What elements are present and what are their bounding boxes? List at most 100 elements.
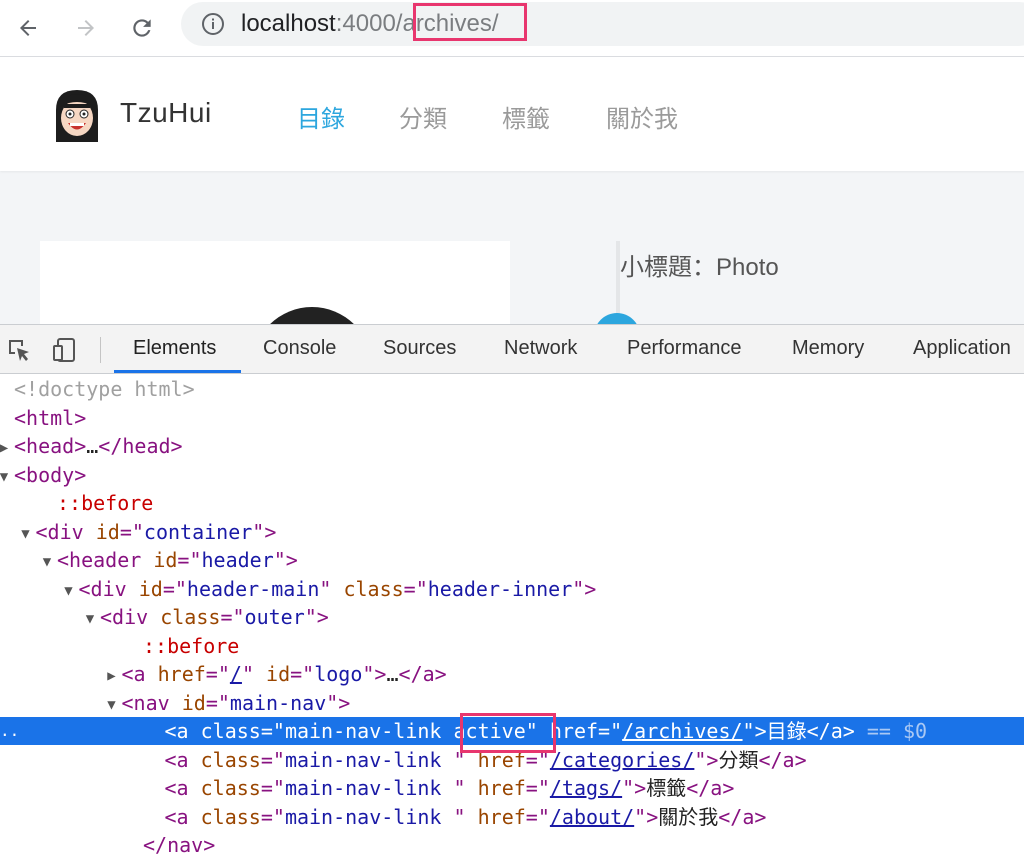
dom-node-line[interactable]: ▶ <a href="/" id="logo">…</a> xyxy=(0,660,1024,688)
dom-token-txt: … xyxy=(86,434,99,458)
dom-token-tag: <div xyxy=(78,576,139,601)
main-nav-link-tags[interactable]: 標籤 xyxy=(502,99,550,134)
dom-token-txt: … xyxy=(386,662,399,686)
site-title[interactable]: TzuHui xyxy=(120,97,212,129)
dom-token-tag: =" xyxy=(220,605,245,629)
info-icon[interactable] xyxy=(201,12,225,36)
collapse-triangle-icon[interactable]: ▼ xyxy=(59,577,79,605)
dom-token-val: logo xyxy=(314,662,363,686)
main-nav-link-archives[interactable]: 目錄 xyxy=(297,99,345,134)
dom-token-tag: =" xyxy=(162,576,187,601)
dom-token-tag: =" xyxy=(119,519,144,544)
dom-token-txt: 標籤 xyxy=(646,776,687,800)
dom-token-tag: =" xyxy=(260,804,285,829)
devtools-panel: Elements Console Sources Network Perform… xyxy=(0,324,1024,857)
dom-node-line[interactable]: ▼ <body> xyxy=(0,461,1024,489)
dom-token-txt: 分類 xyxy=(718,747,759,772)
dom-node-line[interactable]: <a class="main-nav-link " href="/about/"… xyxy=(0,803,1024,831)
tab-console[interactable]: Console xyxy=(263,337,336,360)
dom-node-line[interactable]: ▶ <head>…</head> xyxy=(0,432,1024,460)
collapse-triangle-icon[interactable]: ▼ xyxy=(16,520,36,548)
dom-node-line[interactable]: ▼ <div id="container"> xyxy=(0,518,1024,546)
dom-token-link[interactable]: /archives/ xyxy=(622,719,742,743)
dom-token-attr: id xyxy=(95,519,120,544)
dom-token-tag: "> xyxy=(694,747,719,772)
tab-network[interactable]: Network xyxy=(504,337,577,360)
reload-icon xyxy=(133,19,151,37)
dom-token-tag: =" xyxy=(290,662,315,686)
tab-application[interactable]: Application xyxy=(913,337,1011,360)
expand-triangle-icon[interactable]: ▶ xyxy=(0,434,14,462)
tab-performance[interactable]: Performance xyxy=(627,337,742,360)
dom-node-line[interactable]: <a class="main-nav-link " href="/tags/">… xyxy=(0,774,1024,802)
dom-token-val: main-nav-link xyxy=(284,747,454,772)
tab-elements[interactable]: Elements xyxy=(133,337,216,360)
devtools-tab-bar: Elements Console Sources Network Perform… xyxy=(0,325,1024,374)
tab-memory[interactable]: Memory xyxy=(792,337,864,360)
dom-token-attr: class xyxy=(200,719,261,743)
dom-token-tag: =" xyxy=(260,719,285,743)
logo-avatar[interactable] xyxy=(50,88,104,142)
url-path-highlight-box xyxy=(413,3,527,41)
dom-token-val: container xyxy=(143,519,253,544)
profile-avatar xyxy=(252,307,372,324)
dom-node-line[interactable]: ▼ <header id="header"> xyxy=(0,546,1024,574)
dom-token-attr: class xyxy=(200,804,261,829)
dom-token-tag: <html> xyxy=(14,405,87,430)
dom-token-tag: <header xyxy=(57,548,154,572)
address-bar[interactable]: localhost:4000/archives/ xyxy=(181,2,1024,46)
url-port: :4000 xyxy=(335,10,396,37)
dom-token-tag: "> xyxy=(572,576,597,601)
dom-token-tag: "> xyxy=(622,776,647,800)
forward-button[interactable] xyxy=(68,10,104,46)
dom-token-tag: "> xyxy=(326,690,351,715)
inspect-element-icon[interactable] xyxy=(6,337,32,363)
dom-node-line[interactable]: ::before xyxy=(0,489,1024,517)
dom-node-line[interactable]: </nav> xyxy=(0,831,1024,859)
dom-token-pseudo: ::before xyxy=(143,633,240,658)
active-class-highlight-box xyxy=(460,713,556,753)
dom-token-val: header-main xyxy=(186,576,320,601)
dom-token-attr: id xyxy=(266,662,291,686)
dom-token-tag: =" xyxy=(403,576,428,601)
dom-token-link[interactable]: /categories/ xyxy=(550,748,695,772)
more-options-dots[interactable]: .. xyxy=(0,717,19,745)
dom-token-tag: " xyxy=(453,776,478,800)
dom-node-line[interactable]: ▼ <div id="header-main" class="header-inn… xyxy=(0,575,1024,603)
dom-token-tag: </nav> xyxy=(143,833,216,857)
active-tab-indicator xyxy=(114,370,241,373)
dom-token-tag: " xyxy=(319,576,344,601)
dom-token-txt: 目錄 xyxy=(766,719,807,743)
dom-token-link[interactable]: /about/ xyxy=(550,805,634,829)
dom-node-line[interactable]: <!doctype html> xyxy=(0,375,1024,403)
dom-token-tag: =" xyxy=(177,548,202,572)
dom-token-tag: =" xyxy=(525,776,550,800)
collapse-triangle-icon[interactable]: ▼ xyxy=(0,463,14,491)
expand-triangle-icon[interactable]: ▶ xyxy=(102,662,122,690)
back-button[interactable] xyxy=(10,10,46,46)
dom-token-tag: </a> xyxy=(398,662,447,686)
dom-token-attr: class xyxy=(343,576,404,601)
device-toolbar-icon[interactable] xyxy=(52,337,78,363)
dom-token-attr: href xyxy=(477,804,526,829)
dom-token-link[interactable]: /tags/ xyxy=(550,776,622,800)
dom-token-tag: </a> xyxy=(758,747,807,772)
dom-node-line[interactable]: ::before xyxy=(0,632,1024,660)
dom-token-tag: "> xyxy=(273,548,298,572)
dom-token-tag: <div xyxy=(35,519,96,544)
dom-token-tag: <a xyxy=(164,719,201,743)
tab-sources[interactable]: Sources xyxy=(383,337,456,360)
dom-node-line[interactable]: ▼ <div class="outer"> xyxy=(0,603,1024,631)
collapse-triangle-icon[interactable]: ▼ xyxy=(80,605,100,633)
collapse-triangle-icon[interactable]: ▼ xyxy=(37,548,57,576)
reload-button[interactable] xyxy=(124,10,160,46)
collapse-triangle-icon[interactable]: ▼ xyxy=(102,691,122,719)
dom-node-line[interactable]: <html> xyxy=(0,404,1024,432)
dom-token-link[interactable]: / xyxy=(230,662,242,686)
dom-token-attr: class xyxy=(200,776,261,800)
main-nav-link-categories[interactable]: 分類 xyxy=(399,99,447,134)
back-arrow-icon xyxy=(20,20,36,36)
dom-token-tag: <a xyxy=(164,776,201,800)
dom-token-tag: =" xyxy=(598,719,623,743)
main-nav-link-about[interactable]: 關於我 xyxy=(606,99,678,134)
